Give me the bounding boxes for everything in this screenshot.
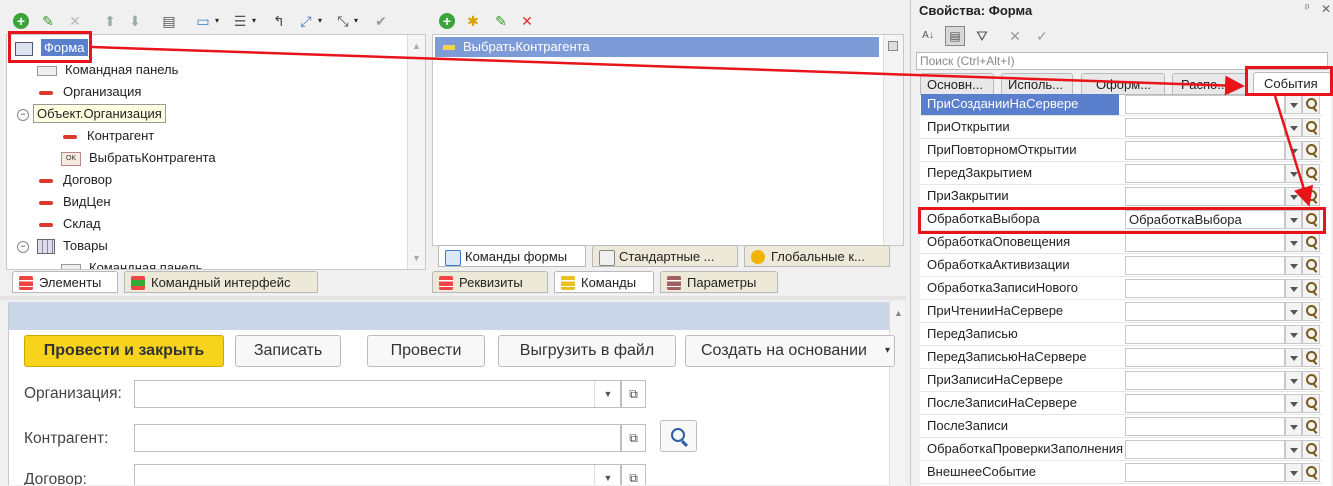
arrow-to-events-tab <box>91 45 1245 96</box>
arrow-to-choice-processing <box>1273 95 1314 207</box>
annotation-arrows <box>91 45 1314 207</box>
